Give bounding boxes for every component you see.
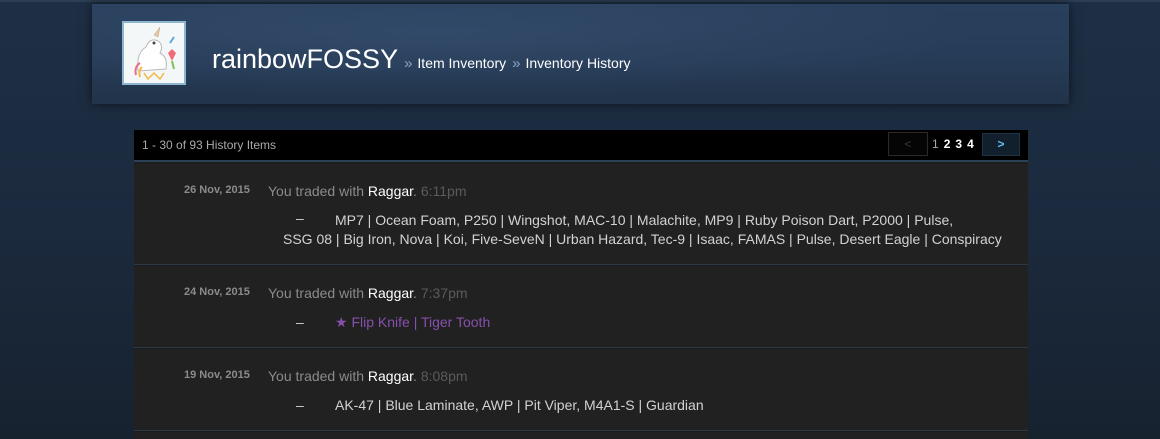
trade-partner-link[interactable]: Raggar — [368, 368, 413, 384]
trade-partner-link[interactable]: Raggar — [368, 285, 413, 301]
trade-items: AK-47 | Blue Laminate, AWP | Pit Viper, … — [335, 397, 704, 413]
trade-description: You traded with Raggar. 8:08pm — [268, 368, 468, 384]
trade-time: 8:08pm — [420, 368, 468, 384]
trade-partner-link[interactable]: Raggar — [368, 183, 413, 199]
next-page-button[interactable]: > — [982, 133, 1020, 156]
trade-dot: . — [413, 368, 417, 384]
trade-dot: . — [413, 285, 417, 301]
pagination-bar: 1 - 30 of 93 History Items < 1 2 3 4 > — [134, 130, 1028, 162]
breadcrumb-inventory-history-link[interactable]: Inventory History — [525, 55, 630, 71]
trade-prefix: You traded with — [268, 183, 368, 199]
breadcrumb-separator: » — [512, 55, 521, 72]
trade-date: 24 Nov, 2015 — [184, 286, 250, 298]
trade-date: 19 Nov, 2015 — [184, 369, 250, 381]
profile-header: rainbowFOSSY » Item Inventory » Inventor… — [92, 4, 1069, 104]
trade-dot: . — [413, 183, 417, 199]
trade-row: 24 Nov, 2015 You traded with Raggar. 7:3… — [134, 266, 1028, 348]
page-link-1[interactable]: 1 — [932, 137, 939, 151]
breadcrumb-item-inventory-link[interactable]: Item Inventory — [417, 55, 506, 71]
inventory-history-panel: 1 - 30 of 93 History Items < 1 2 3 4 > 2… — [134, 130, 1028, 439]
trade-dash: – — [296, 314, 304, 330]
trade-description: You traded with Raggar. 6:11pm — [268, 183, 467, 199]
trade-time: 7:37pm — [420, 285, 468, 301]
breadcrumb: rainbowFOSSY » Item Inventory » Inventor… — [212, 44, 631, 75]
trade-time: 6:11pm — [420, 183, 467, 199]
trade-row: 26 Nov, 2015 You traded with Raggar. 6:1… — [134, 164, 1028, 265]
unicorn-avatar-icon — [124, 23, 184, 83]
trade-items: SSG 08 | Big Iron, Nova | Koi, Five-Seve… — [283, 231, 1002, 247]
trade-prefix: You traded with — [268, 368, 368, 384]
persona-name-link[interactable]: rainbowFOSSY — [212, 44, 398, 75]
trade-items: MP7 | Ocean Foam, P250 | Wingshot, MAC-1… — [335, 212, 954, 228]
page-link-4[interactable]: 4 — [967, 137, 974, 151]
trade-dash: – — [296, 210, 304, 226]
history-count: 1 - 30 of 93 History Items — [142, 138, 277, 152]
trade-items: ★ Flip Knife | Tiger Tooth — [335, 314, 491, 330]
trade-row — [134, 432, 1028, 439]
breadcrumb-separator: » — [404, 55, 413, 72]
top-border — [0, 0, 1160, 2]
page-links: 1 2 3 4 — [932, 137, 974, 151]
prev-page-button[interactable]: < — [888, 132, 928, 156]
page-link-2[interactable]: 2 — [944, 137, 951, 151]
trade-description: You traded with Raggar. 7:37pm — [268, 285, 468, 301]
trade-dash: – — [296, 397, 304, 413]
page-link-3[interactable]: 3 — [955, 137, 962, 151]
trade-date: 26 Nov, 2015 — [184, 184, 250, 196]
trade-row: 19 Nov, 2015 You traded with Raggar. 8:0… — [134, 349, 1028, 431]
avatar[interactable] — [122, 21, 186, 85]
trade-prefix: You traded with — [268, 285, 368, 301]
